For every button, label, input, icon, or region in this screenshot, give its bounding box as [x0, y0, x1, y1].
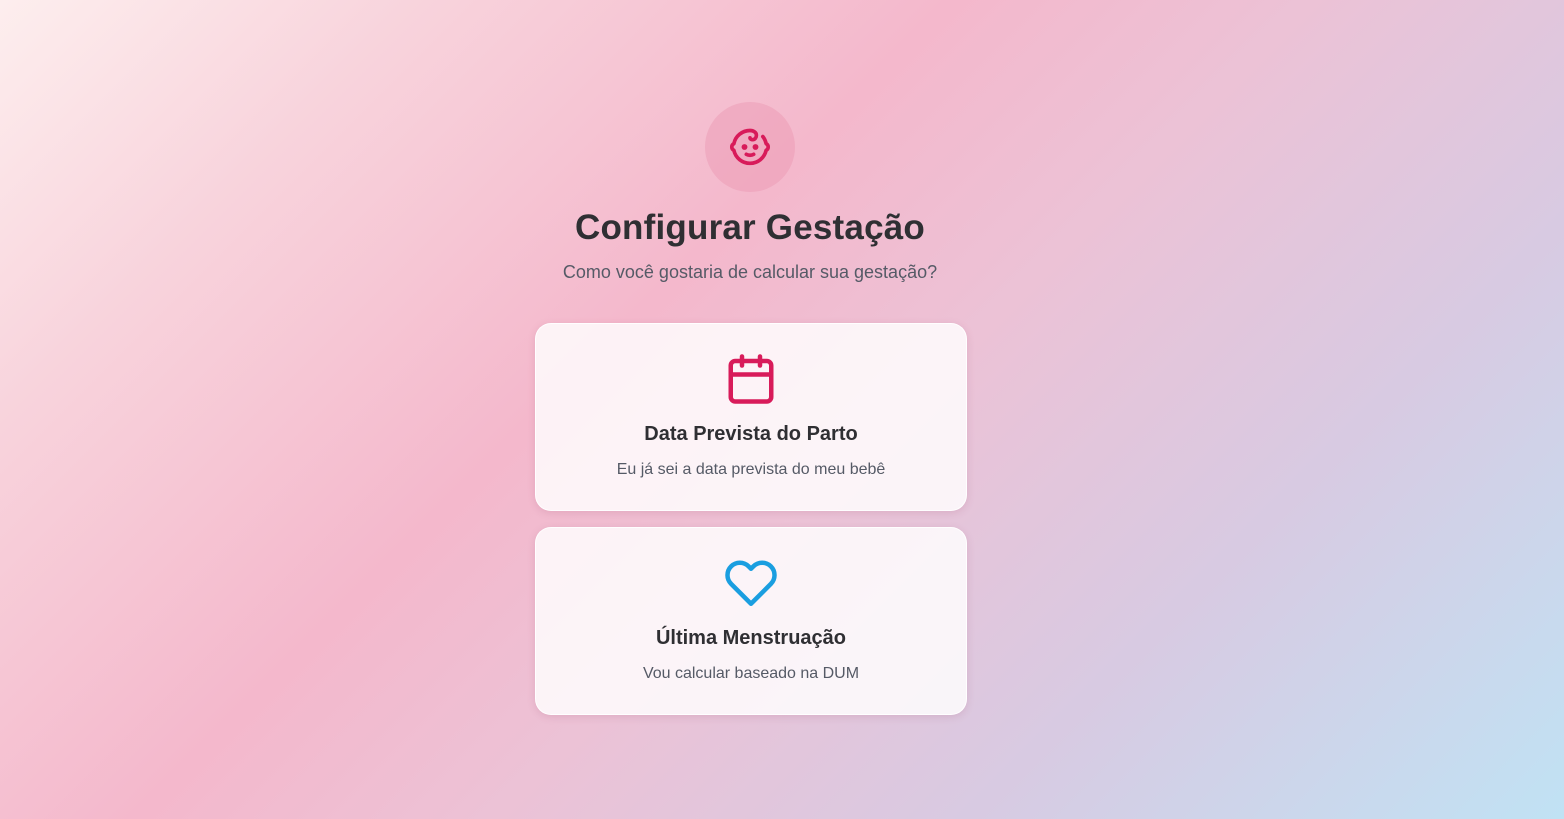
option-title: Última Menstruação [655, 627, 847, 649]
option-description: Eu já sei a data prevista do meu bebê [616, 461, 886, 478]
setup-screen: Configurar Gestação Como você gostaria d… [0, 0, 1564, 819]
logo-badge [705, 102, 795, 192]
calendar-icon [728, 354, 774, 404]
option-title: Data Prevista do Parto [644, 423, 858, 445]
option-due-date-button[interactable]: Data Prevista do Parto Eu já sei a data … [535, 323, 967, 511]
page-title: Configurar Gestação [575, 208, 925, 247]
baby-face-icon [729, 128, 771, 166]
option-last-period-button[interactable]: Última Menstruação Vou calcular baseado … [535, 527, 967, 715]
page-subtitle: Como você gostaria de calcular sua gesta… [562, 262, 938, 282]
option-description: Vou calcular baseado na DUM [642, 665, 860, 682]
heart-icon [725, 560, 777, 607]
